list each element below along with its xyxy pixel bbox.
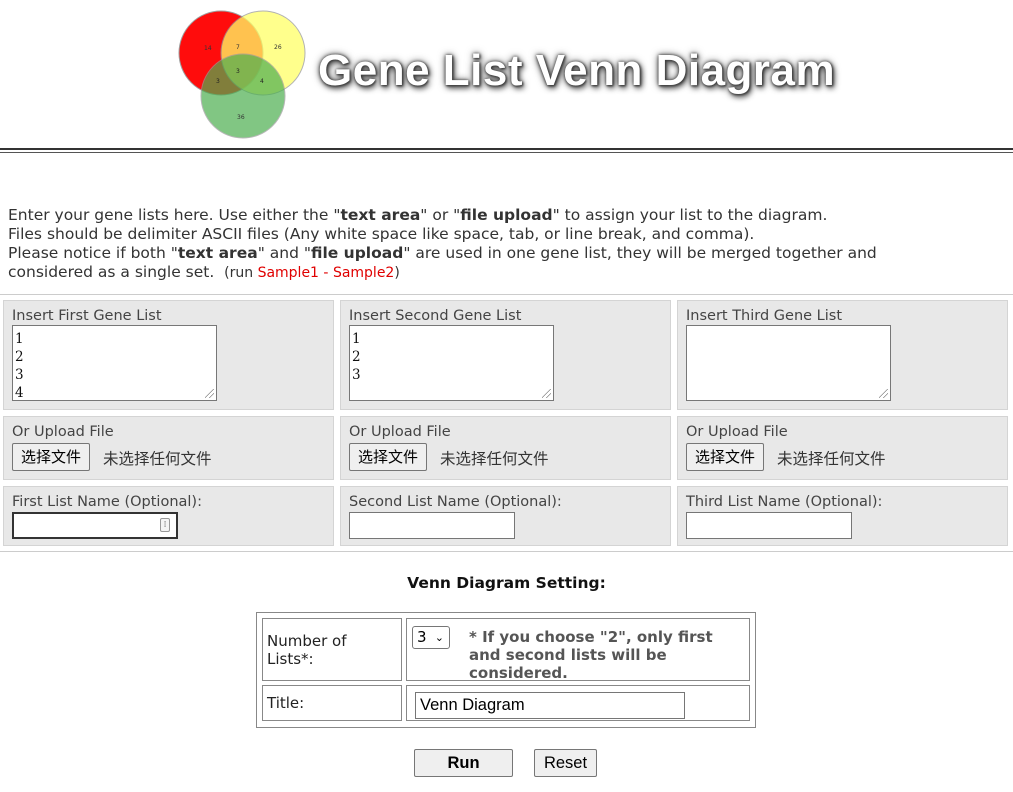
sample1-link[interactable]: Sample1: [258, 265, 319, 281]
intro-line-2: Files should be delimiter ASCII files (A…: [8, 225, 755, 243]
list3-text-panel: Insert Third Gene List: [677, 300, 1008, 410]
list2-upload-panel: Or Upload File 选择文件 未选择任何文件: [340, 416, 671, 480]
list3-textarea[interactable]: [686, 325, 891, 401]
list1-name-panel: First List Name (Optional): ⁞: [3, 486, 334, 546]
resize-grip-icon[interactable]: [879, 389, 888, 398]
intro-line-3: Please notice if both "text area" and "f…: [8, 244, 877, 262]
list1-name-input[interactable]: ⁞: [12, 512, 178, 539]
intro-text: Enter your gene lists here. Use either t…: [8, 206, 1008, 283]
list1-textarea[interactable]: 1234: [12, 325, 217, 401]
list2-textarea[interactable]: 123: [349, 325, 554, 401]
resize-grip-icon[interactable]: [542, 389, 551, 398]
list2-text-panel: Insert Second Gene List 123: [340, 300, 671, 410]
num-lists-label: Number of Lists*:: [267, 632, 347, 668]
list3-upload-panel: Or Upload File 选择文件 未选择任何文件: [677, 416, 1008, 480]
title-label: Title:: [267, 694, 305, 712]
list1-name-label: First List Name (Optional):: [12, 494, 202, 510]
list2-name-label: Second List Name (Optional):: [349, 494, 562, 510]
title-input[interactable]: Venn Diagram: [415, 692, 685, 719]
header-divider-thin: [0, 152, 1013, 153]
list2-name-panel: Second List Name (Optional):: [340, 486, 671, 546]
list2-no-file-text: 未选择任何文件: [440, 450, 549, 468]
venn-logo-num-a: 14: [204, 45, 212, 52]
num-lists-value-cell: 3 ⌄ * If you choose "2", only first and …: [406, 618, 750, 682]
reset-button[interactable]: Reset: [534, 749, 597, 777]
venn-logo-num-ab: 7: [236, 44, 240, 51]
sample2-link[interactable]: Sample2: [333, 265, 394, 281]
num-lists-label-cell: Number of Lists*:: [262, 618, 402, 681]
intro-line-4: considered as a single set. (run Sample1…: [8, 263, 400, 281]
list1-insert-label: Insert First Gene List: [12, 308, 162, 324]
list3-insert-label: Insert Third Gene List: [686, 308, 843, 324]
intro-line-1: Enter your gene lists here. Use either t…: [8, 206, 828, 224]
venn-logo-num-b: 26: [274, 44, 282, 51]
list1-no-file-text: 未选择任何文件: [103, 450, 212, 468]
intro-divider: [0, 294, 1013, 295]
list3-name-input[interactable]: [686, 512, 852, 539]
venn-logo-num-abc: 3: [236, 68, 240, 75]
venn-logo-num-c: 36: [237, 114, 245, 121]
site-title: Gene List Venn Diagram: [318, 46, 836, 95]
run-button[interactable]: Run: [414, 749, 513, 777]
venn-logo-num-bc: 4: [260, 78, 264, 85]
list2-upload-label: Or Upload File: [349, 424, 451, 440]
header-divider: [0, 148, 1013, 150]
title-value-cell: Venn Diagram: [406, 685, 750, 721]
settings-heading: Venn Diagram Setting:: [407, 574, 606, 592]
venn-logo-circle-c: [200, 53, 286, 139]
resize-grip-icon[interactable]: [205, 389, 214, 398]
lists-divider: [0, 551, 1013, 552]
list3-name-label: Third List Name (Optional):: [686, 494, 883, 510]
venn-logo-num-ac: 3: [216, 78, 220, 85]
list2-insert-label: Insert Second Gene List: [349, 308, 522, 324]
chevron-down-icon: ⌄: [434, 631, 444, 644]
list1-upload-panel: Or Upload File 选择文件 未选择任何文件: [3, 416, 334, 480]
list3-upload-label: Or Upload File: [686, 424, 788, 440]
list2-choose-file-button[interactable]: 选择文件: [349, 443, 428, 471]
list2-name-input[interactable]: [349, 512, 515, 539]
list1-text-panel: Insert First Gene List 1234: [3, 300, 334, 410]
venn-logo: 14 7 26 3 3 4 36: [178, 10, 306, 139]
settings-table: Number of Lists*: 3 ⌄ * If you choose "2…: [256, 612, 756, 728]
key-icon[interactable]: ⁞: [160, 518, 170, 532]
num-lists-note: * If you choose "2", only first and seco…: [469, 628, 713, 682]
header: 14 7 26 3 3 4 36 Gene List Venn Diagram: [0, 0, 1013, 150]
list1-upload-label: Or Upload File: [12, 424, 114, 440]
list3-choose-file-button[interactable]: 选择文件: [686, 443, 765, 471]
title-label-cell: Title:: [262, 685, 402, 721]
num-lists-select[interactable]: 3 ⌄: [412, 626, 450, 649]
list3-name-panel: Third List Name (Optional):: [677, 486, 1008, 546]
list1-choose-file-button[interactable]: 选择文件: [12, 443, 91, 471]
list3-no-file-text: 未选择任何文件: [777, 450, 886, 468]
